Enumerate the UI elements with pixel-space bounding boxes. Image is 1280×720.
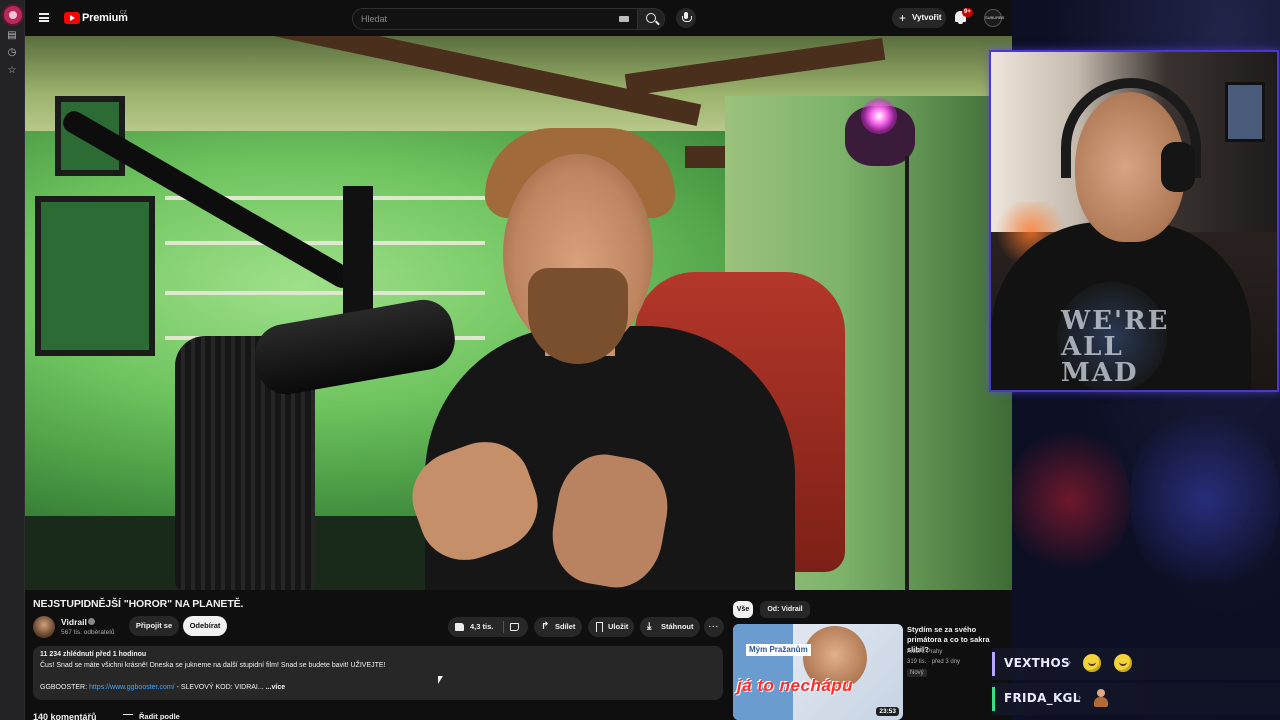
- chip-from-channel[interactable]: Od: Vidrail: [760, 601, 810, 618]
- emote-icon: [1092, 689, 1110, 709]
- share-button[interactable]: ↱ Sdílet: [534, 617, 582, 637]
- recommended-channel[interactable]: Klucí z Prahy: [907, 649, 942, 655]
- notifications-badge: 9+: [962, 8, 973, 17]
- show-more-link[interactable]: ...více: [266, 684, 285, 691]
- browser-sidebar: ▤ ◷ ☆: [0, 0, 25, 720]
- emote-icon: [1114, 654, 1132, 672]
- like-dislike-group: 4,3 tis.: [448, 617, 528, 637]
- create-label: Vytvořit: [912, 13, 942, 22]
- thumbnail-caption: já to nechápu: [737, 676, 854, 695]
- shirt-print-text: WE'RE ALL MAD: [1061, 306, 1170, 388]
- like-count[interactable]: 4,3 tis.: [470, 617, 493, 637]
- join-button[interactable]: Připojit se: [129, 616, 179, 636]
- scene-picture-frame: [35, 196, 155, 356]
- chevron-right-icon: ›: [1068, 657, 1071, 667]
- sponsor-label: GGBOOSTER:: [40, 684, 90, 691]
- video-duration: 23:53: [876, 707, 899, 716]
- chat-username: FRIDA_KGL: [1004, 691, 1081, 705]
- chat-message: VEXTHOS ›: [992, 648, 1280, 680]
- menu-icon[interactable]: [39, 13, 49, 22]
- plus-icon: +: [899, 11, 907, 25]
- video-title: NEJSTUPIDNĚJŠÍ "HOROR" NA PLANETĚ.: [33, 598, 244, 610]
- keyboard-icon[interactable]: [619, 16, 629, 22]
- recommended-thumbnail[interactable]: Mým Pražanům já to nechápu 23:53: [733, 624, 903, 720]
- youtube-header: Premium CZ + Vytvořit 9+ SUBURBS: [25, 0, 1012, 36]
- comments-count: 140 komentářů: [33, 712, 97, 720]
- create-button[interactable]: + Vytvořit: [892, 8, 946, 28]
- bookmark-icon: [596, 622, 603, 632]
- recommended-meta: 319 tis. · před 3 dny: [907, 659, 961, 665]
- mouse-cursor-icon: [438, 676, 443, 684]
- chat-message: FRIDA_KGL ›: [992, 683, 1280, 715]
- chip-all[interactable]: Vše: [733, 601, 753, 618]
- chevron-right-icon: ›: [1078, 692, 1081, 702]
- chat-username: VEXTHOS: [1004, 656, 1070, 670]
- video-player[interactable]: [25, 36, 1012, 590]
- chat-accent-bar: [992, 687, 995, 711]
- view-count-and-date: 11 234 zhlédnutí před 1 hodinou: [40, 651, 147, 658]
- verified-icon: [88, 618, 95, 625]
- streamer-webcam: WE'RE ALL MAD: [989, 50, 1279, 392]
- scene-shelf: [165, 291, 485, 295]
- description-sponsor-line: GGBOOSTER: https://www.ggbooster.com/ - …: [40, 684, 285, 691]
- thumbnail-side-image: [733, 624, 793, 720]
- background-glow: [1130, 400, 1280, 600]
- youtube-logo-icon[interactable]: [64, 12, 80, 24]
- save-button[interactable]: Uložit: [588, 617, 634, 637]
- divider: [503, 621, 504, 633]
- search-icon[interactable]: [637, 8, 665, 30]
- thumbnail-tag: Mým Pražanům: [746, 644, 811, 656]
- browser-logo-icon[interactable]: [4, 6, 22, 24]
- stream-screen: ▤ ◷ ☆ Premium CZ + Vytvořit 9+ SUBURBS: [0, 0, 1280, 720]
- description-text: Čus! Snad se máte všichni krásně! Dneska…: [40, 662, 386, 669]
- new-badge: Nový: [907, 669, 927, 677]
- download-button[interactable]: ⤓ Stáhnout: [640, 617, 700, 637]
- scene-lamp-light: [861, 98, 897, 134]
- save-label: Uložit: [608, 622, 629, 631]
- account-avatar[interactable]: SUBURBS: [984, 9, 1004, 27]
- scene-shelf: [165, 241, 485, 245]
- thumbs-down-icon[interactable]: [510, 623, 519, 631]
- sponsor-link[interactable]: https://www.ggbooster.com/: [89, 684, 175, 691]
- search-input[interactable]: [361, 12, 611, 26]
- subscriber-count: 567 tis. odběratelů: [61, 629, 115, 636]
- download-label: Stáhnout: [661, 622, 694, 631]
- sponsor-code: - SLEVOVÝ KOD: VIDRAI...: [174, 684, 264, 691]
- favorites-icon[interactable]: ☆: [6, 65, 18, 77]
- webcam-picture-frame: [1225, 82, 1265, 142]
- background-glow: [1010, 420, 1130, 580]
- subscribe-button[interactable]: Odebírat: [183, 616, 227, 636]
- microphone-icon[interactable]: [676, 8, 696, 28]
- scene-tripod: [905, 156, 909, 590]
- headphones-earcup: [1161, 142, 1195, 192]
- microphone: [250, 295, 460, 399]
- chat-accent-bar: [992, 652, 995, 676]
- description-box[interactable]: 11 234 zhlédnutí před 1 hodinou Čus! Sna…: [33, 646, 723, 700]
- search-box[interactable]: [352, 8, 638, 30]
- tabs-icon[interactable]: ▤: [6, 30, 18, 42]
- sort-button[interactable]: Řadit podle: [139, 712, 180, 720]
- share-icon: ↱: [541, 621, 550, 632]
- share-label: Sdílet: [555, 622, 576, 631]
- video-info: NEJSTUPIDNĚJŠÍ "HOROR" NA PLANETĚ. Vidra…: [25, 590, 1012, 720]
- region-code: CZ: [120, 10, 127, 16]
- emote-icon: [1083, 654, 1101, 672]
- history-icon[interactable]: ◷: [6, 47, 18, 59]
- channel-name[interactable]: Vidrail: [61, 617, 87, 627]
- channel-avatar[interactable]: [33, 616, 55, 638]
- thumbs-up-icon[interactable]: [455, 623, 464, 631]
- person-beard: [528, 268, 628, 364]
- download-icon: ⤓: [647, 621, 652, 632]
- sort-icon[interactable]: [123, 714, 133, 720]
- more-actions-button[interactable]: ···: [704, 617, 724, 637]
